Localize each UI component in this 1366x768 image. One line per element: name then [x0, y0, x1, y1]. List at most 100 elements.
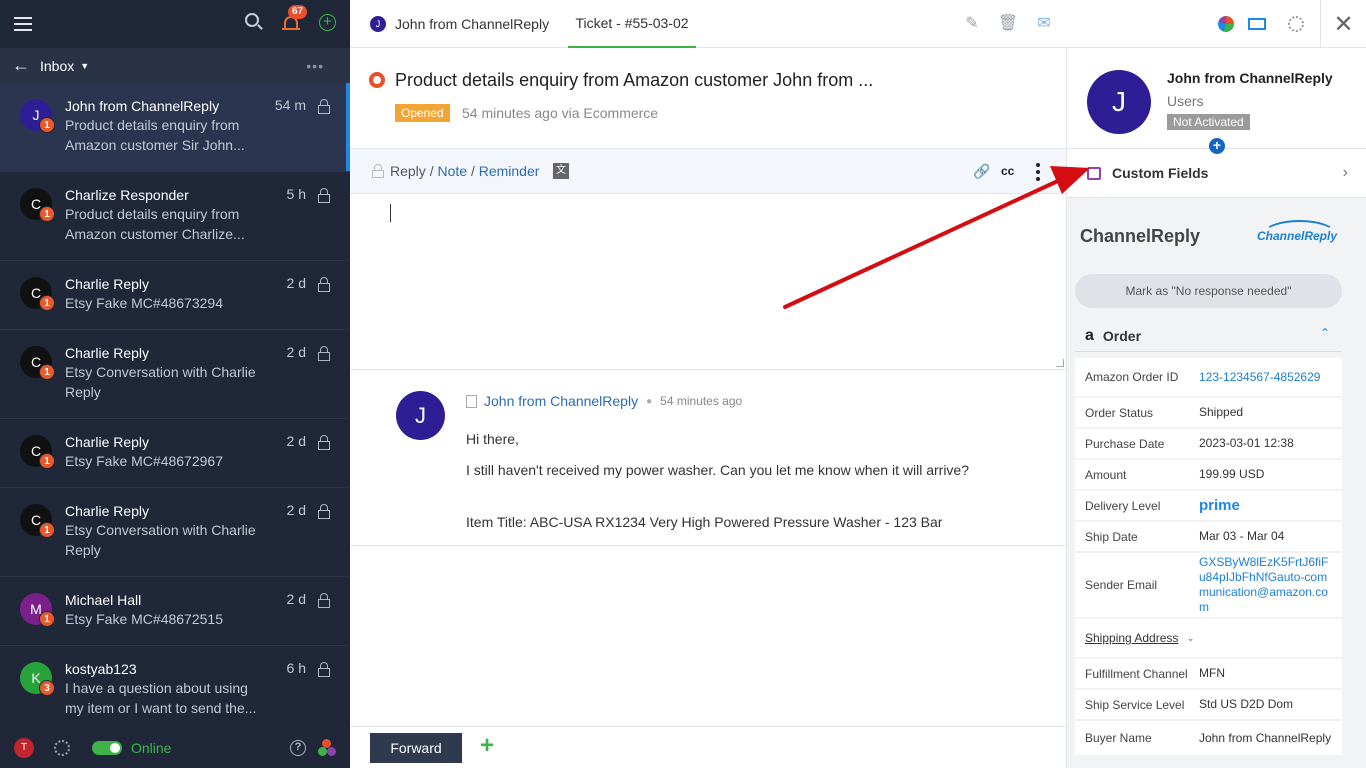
lock-icon[interactable]	[318, 346, 330, 361]
lock-icon[interactable]	[318, 277, 330, 292]
contact-group: Users	[1167, 93, 1204, 109]
conversation-item[interactable]: J 1 John from ChannelReply Product detai…	[0, 83, 350, 172]
field-value[interactable]: GXSByW8lEzK5FrtJ6fiFu84pIJbFhNfGauto-com…	[1199, 555, 1332, 615]
resize-handle[interactable]	[1056, 359, 1064, 367]
order-fields: Amazon Order ID 123-1234567-4852629 Orde…	[1075, 358, 1342, 757]
field-key: Purchase Date	[1085, 436, 1165, 451]
apps-icon[interactable]	[318, 739, 336, 757]
conversation-item[interactable]: C 1 Charlie Reply Etsy Conversation with…	[0, 488, 350, 577]
chevron-down-icon[interactable]: ⌄	[1186, 633, 1194, 644]
forward-button[interactable]: Forward	[370, 733, 462, 763]
avatar: J	[1087, 70, 1151, 134]
caret-down-icon[interactable]: ▼	[80, 61, 89, 71]
custom-fields-label: Custom Fields	[1112, 165, 1209, 181]
edit-pencil-icon[interactable]: ✎	[962, 13, 982, 33]
conversation-item[interactable]: C 1 Charlize Responder Product details e…	[0, 172, 350, 261]
conversation-item[interactable]: C 1 Charlie Reply Etsy Fake MC#48672967 …	[0, 419, 350, 488]
contact-name[interactable]: John from ChannelReply	[1167, 70, 1333, 86]
lock-icon[interactable]	[318, 435, 330, 450]
status-badge[interactable]: Opened	[395, 104, 450, 122]
prime-logo: prime	[1199, 497, 1240, 514]
conversation-preview: Product details enquiry from	[65, 117, 240, 133]
conversation-preview: Etsy Fake MC#48672515	[65, 611, 223, 627]
add-plus-icon[interactable]: +	[480, 732, 494, 760]
translate-icon[interactable]: 文	[553, 163, 569, 179]
lock-icon[interactable]	[372, 164, 384, 178]
close-icon[interactable]: ✕	[1320, 0, 1366, 48]
settings-gear-icon[interactable]	[54, 740, 70, 756]
field-row: Ship Date Mar 03 - Mar 04	[1075, 522, 1342, 551]
separator-dot: ●	[646, 395, 653, 407]
add-plus-icon[interactable]: +	[1209, 138, 1225, 154]
lock-icon[interactable]	[318, 662, 330, 677]
conversation-item[interactable]: K 3 kostyab123 I have a question about u…	[0, 646, 350, 735]
channelreply-widget: ChannelReply ChannelReply Mark as "No re…	[1067, 198, 1366, 768]
menu-icon[interactable]	[14, 17, 32, 31]
shipping-address-row[interactable]: Shipping Address ⌄	[1075, 619, 1342, 657]
conversation-time: 2 d	[286, 502, 306, 518]
tab-ticket[interactable]: Ticket - #55-03-02	[568, 0, 696, 48]
conversation-item[interactable]: C 1 Charlie Reply Etsy Fake MC#48673294 …	[0, 261, 350, 330]
message-sender[interactable]: John from ChannelReply	[484, 393, 638, 409]
conversation-preview: Reply	[65, 542, 101, 558]
help-icon[interactable]: ?	[290, 740, 306, 756]
ticket-topbar: J John from ChannelReply Ticket - #55-03…	[350, 0, 1366, 48]
reminder-mode-button[interactable]: Reminder	[479, 163, 540, 179]
message-item: J John from ChannelReply ● 54 minutes ag…	[350, 370, 1066, 546]
monitor-icon[interactable]	[1248, 18, 1266, 30]
more-options-icon[interactable]: •••	[306, 58, 324, 74]
message-line: Hi there,	[466, 431, 519, 447]
tab-contact-label: John from ChannelReply	[395, 16, 550, 32]
inbox-label[interactable]: Inbox	[40, 58, 74, 74]
reply-mode-button[interactable]: Reply	[390, 163, 426, 179]
conversation-time: 2 d	[286, 275, 306, 291]
delete-trash-icon[interactable]: 🗑	[998, 13, 1018, 33]
pie-chart-icon[interactable]	[1218, 16, 1234, 32]
search-icon[interactable]	[245, 13, 263, 31]
custom-fields-row[interactable]: Custom Fields ›	[1067, 148, 1366, 198]
add-circle-icon[interactable]: +	[319, 13, 336, 31]
order-section-header[interactable]: a Order ⌃	[1075, 320, 1342, 352]
channelreply-logo: ChannelReply	[1257, 220, 1337, 250]
back-arrow-icon[interactable]: ←	[12, 55, 30, 76]
shipping-address-label[interactable]: Shipping Address	[1085, 631, 1178, 645]
chevron-up-icon[interactable]: ⌃	[1320, 326, 1330, 340]
lifebuoy-icon	[369, 72, 385, 88]
more-vertical-icon[interactable]	[1036, 163, 1040, 181]
cc-button[interactable]: cc	[1001, 164, 1014, 178]
conversation-preview: my item or I want to send the...	[65, 700, 257, 716]
separator: /	[470, 163, 475, 179]
conversation-preview: Amazon customer Sir John...	[65, 137, 245, 153]
tab-contact[interactable]: J John from ChannelReply	[370, 0, 549, 48]
mark-no-response-button[interactable]: Mark as "No response needed"	[1075, 274, 1342, 308]
lock-icon[interactable]	[318, 504, 330, 519]
conversation-item[interactable]: M 1 Michael Hall Etsy Fake MC#48672515 2…	[0, 577, 350, 646]
notifications-button[interactable]: 67	[281, 5, 308, 32]
field-key: Delivery Level	[1085, 498, 1161, 513]
conversation-time: 54 m	[274, 97, 306, 113]
lock-icon[interactable]	[318, 593, 330, 608]
unread-badge: 1	[39, 117, 55, 133]
conversation-preview: Reply	[65, 384, 101, 400]
reply-toolbar: Reply / Note / Reminder 文 🔗 cc	[350, 148, 1066, 194]
unread-badge: 1	[39, 364, 55, 380]
inbox-selector[interactable]: ← Inbox ▼ •••	[0, 48, 350, 83]
conversation-preview: Etsy Conversation with Charlie	[65, 522, 256, 538]
email-envelope-icon[interactable]: ✉	[1034, 13, 1054, 33]
online-toggle[interactable]	[92, 741, 122, 755]
settings-gear-icon[interactable]	[1288, 16, 1304, 32]
lock-icon[interactable]	[318, 99, 330, 114]
link-icon[interactable]: 🔗	[973, 163, 990, 180]
separator: /	[429, 163, 434, 179]
lock-icon[interactable]	[318, 188, 330, 203]
unread-badge: 1	[39, 453, 55, 469]
user-avatar[interactable]: T	[14, 738, 34, 758]
conversation-item[interactable]: C 1 Charlie Reply Etsy Conversation with…	[0, 330, 350, 419]
field-value[interactable]: 123-1234567-4852629	[1199, 370, 1332, 385]
contact-panel: J John from ChannelReply Users Not Activ…	[1066, 48, 1366, 768]
sidebar: 67 + ← Inbox ▼ ••• J 1 John from Channel…	[0, 0, 350, 768]
custom-fields-icon	[1087, 166, 1101, 180]
reply-editor[interactable]	[350, 194, 1066, 370]
note-mode-button[interactable]: Note	[437, 163, 467, 179]
field-value: Shipped	[1199, 405, 1244, 419]
